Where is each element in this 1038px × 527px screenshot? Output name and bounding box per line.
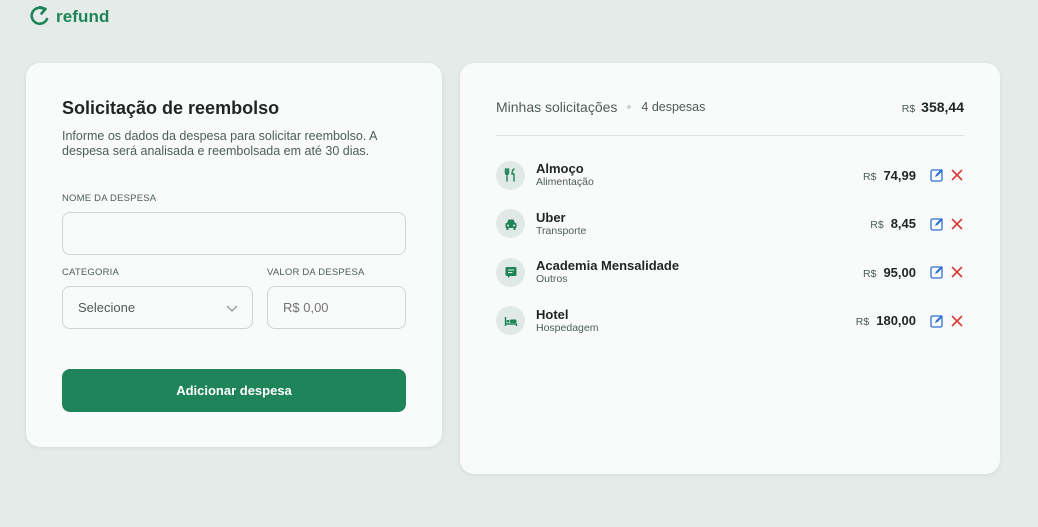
list-header: Minhas solicitações 4 despesas R$ 358,44 — [496, 99, 964, 136]
expense-category: Alimentação — [536, 176, 594, 188]
expense-value-label: VALOR DA DESPESA — [267, 267, 365, 278]
refund-logo-icon — [30, 6, 49, 26]
expense-name-label: NOME DA DESPESA — [62, 193, 157, 204]
expense-value-input[interactable] — [267, 286, 406, 329]
expense-name: Hotel — [536, 306, 569, 322]
expense-amount: 74,99 — [883, 167, 916, 183]
expense-currency: R$ — [863, 170, 877, 183]
food-icon — [496, 160, 525, 190]
list-title: Minhas solicitações — [496, 99, 618, 115]
app-logo: refund — [30, 6, 109, 28]
expense-amount: 95,00 — [883, 264, 916, 280]
list-item: Uber Transporte R$ 8,45 — [496, 209, 964, 239]
list-item: Almoço Alimentação R$ 74,99 — [496, 160, 964, 190]
expense-amount: 8,45 — [890, 216, 916, 232]
delete-icon[interactable] — [950, 168, 964, 182]
category-selected-value: Selecione — [78, 300, 136, 315]
form-title: Solicitação de reembolso — [62, 98, 280, 118]
list-item: Hotel Hospedagem R$ 180,00 — [496, 306, 964, 336]
edit-icon[interactable] — [930, 217, 944, 231]
delete-icon[interactable] — [950, 314, 964, 328]
refund-form-card: Solicitação de reembolso Informe os dado… — [26, 63, 442, 447]
expense-count: 4 despesas — [641, 100, 706, 114]
form-description: Informe os dados da despesa para solicit… — [62, 129, 377, 158]
total-amount: R$ 358,44 — [902, 99, 964, 115]
edit-icon[interactable] — [930, 265, 944, 279]
expense-currency: R$ — [855, 316, 870, 329]
expense-category: Outros — [536, 273, 568, 286]
total-value: 358,44 — [921, 99, 964, 115]
expense-name: Academia Mensalidade — [536, 258, 680, 274]
expense-name: Uber — [536, 209, 566, 225]
expense-currency: R$ — [863, 267, 877, 280]
expense-name: Almoço — [536, 161, 584, 176]
expense-name-input[interactable] — [62, 212, 406, 255]
expense-list: Almoço Alimentação R$ 74,99 Uber Transpo… — [496, 160, 964, 336]
edit-icon[interactable] — [930, 168, 944, 182]
expense-category: Transporte — [536, 224, 587, 237]
separator-dot — [627, 105, 632, 109]
expense-amount: 180,00 — [876, 313, 916, 329]
edit-icon[interactable] — [930, 314, 944, 328]
bed-icon — [496, 306, 525, 336]
chevron-down-icon — [226, 305, 238, 312]
receipt-icon — [496, 257, 525, 287]
delete-icon[interactable] — [950, 217, 964, 231]
delete-icon[interactable] — [950, 265, 964, 279]
add-expense-button[interactable]: Adicionar despesa — [62, 369, 406, 412]
app-name: refund — [56, 7, 110, 26]
total-currency: R$ — [901, 103, 916, 115]
list-item: Academia Mensalidade Outros R$ 95,00 — [496, 257, 964, 287]
category-label: CATEGORIA — [62, 267, 120, 278]
car-icon — [496, 209, 525, 239]
category-select[interactable]: Selecione — [62, 286, 253, 329]
requests-list-card: Minhas solicitações 4 despesas R$ 358,44… — [460, 63, 1000, 474]
expense-category: Hospedagem — [536, 321, 599, 334]
expense-currency: R$ — [870, 219, 884, 232]
